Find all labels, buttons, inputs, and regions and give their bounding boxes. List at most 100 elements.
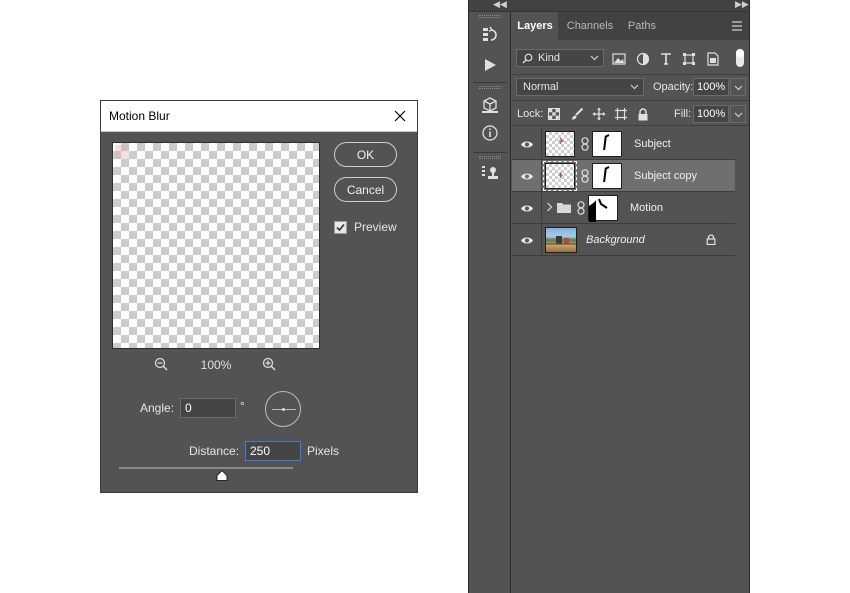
chevron-down-icon [630,84,639,90]
layer-row-subject[interactable]: Subject [512,128,735,160]
chevron-down-icon [590,55,599,61]
layer-name: Background [586,234,645,246]
visibility-eye-icon[interactable] [519,233,535,247]
layer-name: Subject copy [634,170,697,182]
tab-layers[interactable]: Layers [512,12,558,40]
layer-column-divider [541,192,542,224]
mask-shape-icon [589,198,608,222]
fill-input[interactable] [693,105,729,123]
ok-button[interactable]: OK [334,142,397,167]
preview-checkbox-row[interactable]: Preview [334,220,397,234]
collapse-right-icon[interactable]: ▶▶ [735,0,749,10]
strip-separator [473,82,507,83]
strip-grip[interactable] [479,86,501,89]
visibility-eye-icon[interactable] [519,201,535,215]
filter-kind-select[interactable]: Kind [516,49,604,67]
distance-slider-track[interactable] [119,467,293,469]
background-thumbnail[interactable] [545,227,577,253]
pixel-layer-filter-icon[interactable] [611,51,627,67]
close-icon[interactable] [391,107,409,125]
mask-link-chain-icon[interactable] [576,201,585,215]
collapse-left-icon[interactable]: ◀◀ [493,0,507,10]
3d-icon[interactable] [475,92,505,118]
shape-filter-icon[interactable] [681,51,697,67]
info-icon[interactable] [475,120,505,146]
lock-all-icon[interactable] [635,106,651,122]
layers-panel: Layers Channels Paths Kind Normal Opacit… [512,12,749,593]
filter-toggle[interactable] [736,49,744,67]
preview-tint [115,145,129,159]
history-icon[interactable] [475,22,505,48]
blend-opacity-row: Normal Opacity: [512,74,749,98]
layer-row-background[interactable]: Background [512,224,735,256]
distance-input[interactable] [245,441,301,461]
fill-dropdown-button[interactable] [730,105,746,123]
opacity-label: Opacity: [653,81,694,93]
preview-checkbox[interactable] [334,220,347,234]
layer-column-divider [541,128,542,160]
layer-filter-row: Kind [512,45,749,71]
distance-slider-thumb[interactable] [216,469,228,484]
visibility-eye-icon[interactable] [519,169,535,183]
layer-column-divider [541,160,542,192]
distance-label: Distance: [189,444,240,458]
mask-stroke-icon [603,134,610,151]
strip-separator [473,152,507,153]
blend-mode-select[interactable]: Normal [516,78,644,96]
opacity-dropdown-button[interactable] [730,78,746,96]
filter-preview[interactable] [112,142,320,349]
layer-row-subject-copy[interactable]: Subject copy [512,160,735,192]
layer-name: Motion [630,202,664,214]
visibility-eye-icon[interactable] [519,137,535,151]
clone-source-icon[interactable] [475,160,505,186]
tab-channels[interactable]: Channels [559,12,621,40]
mask-link-chain-icon[interactable] [580,137,589,151]
lock-position-move-icon[interactable] [591,106,607,122]
type-filter-icon[interactable] [658,51,674,67]
folder-icon [556,201,572,217]
dialog-title: Motion Blur [109,109,170,123]
lock-transparent-pixels-icon[interactable] [546,106,562,122]
panel-tabs: Layers Channels Paths [512,12,749,40]
layer-column-divider [541,224,542,256]
play-actions-icon[interactable] [475,52,505,78]
strip-grip[interactable] [479,156,501,159]
lock-image-pixels-brush-icon[interactable] [569,106,585,122]
layer-thumbnail[interactable] [543,161,577,191]
lock-icon [706,234,716,248]
cancel-button[interactable]: Cancel [334,177,397,202]
mask-stroke-icon [603,166,610,183]
layer-mask-thumbnail[interactable] [592,163,622,189]
strip-grip[interactable] [479,15,501,18]
panel-menu-icon[interactable] [731,20,743,34]
layer-thumbnail[interactable] [545,131,575,157]
dialog-titlebar: Motion Blur [101,101,417,132]
subject-figure-icon [559,137,564,145]
zoom-percent: 100% [200,358,232,372]
layer-mask-thumbnail[interactable] [592,131,622,157]
search-icon [522,53,533,63]
layer-row-motion-group[interactable]: Motion [512,192,735,224]
tab-paths[interactable]: Paths [621,12,663,40]
group-mask-thumbnail[interactable] [588,195,618,222]
opacity-input[interactable] [693,78,729,96]
blend-mode-label: Normal [523,81,559,93]
angle-label: Angle: [140,401,175,415]
angle-input[interactable] [180,398,236,418]
artboard-lock-icon[interactable] [613,106,629,122]
filter-kind-label: Kind [538,52,561,64]
adjustment-filter-icon[interactable] [635,51,651,67]
panel-icon-strip [469,12,511,593]
angle-dial[interactable] [265,391,301,427]
fill-label: Fill: [674,108,692,120]
chevron-down-icon [734,85,742,90]
mask-link-chain-icon[interactable] [580,169,589,183]
panel-collapse-bar: ◀◀ ▶▶ [469,0,749,12]
chevron-down-icon [734,112,742,117]
zoom-in-icon[interactable] [262,357,276,374]
chevron-right-icon[interactable] [546,201,553,216]
photo-scene-icon [546,236,576,245]
layers-list: Subject Subject copy Motion Background [512,128,735,256]
smart-object-filter-icon[interactable] [705,51,721,67]
zoom-controls: 100% [112,355,320,375]
